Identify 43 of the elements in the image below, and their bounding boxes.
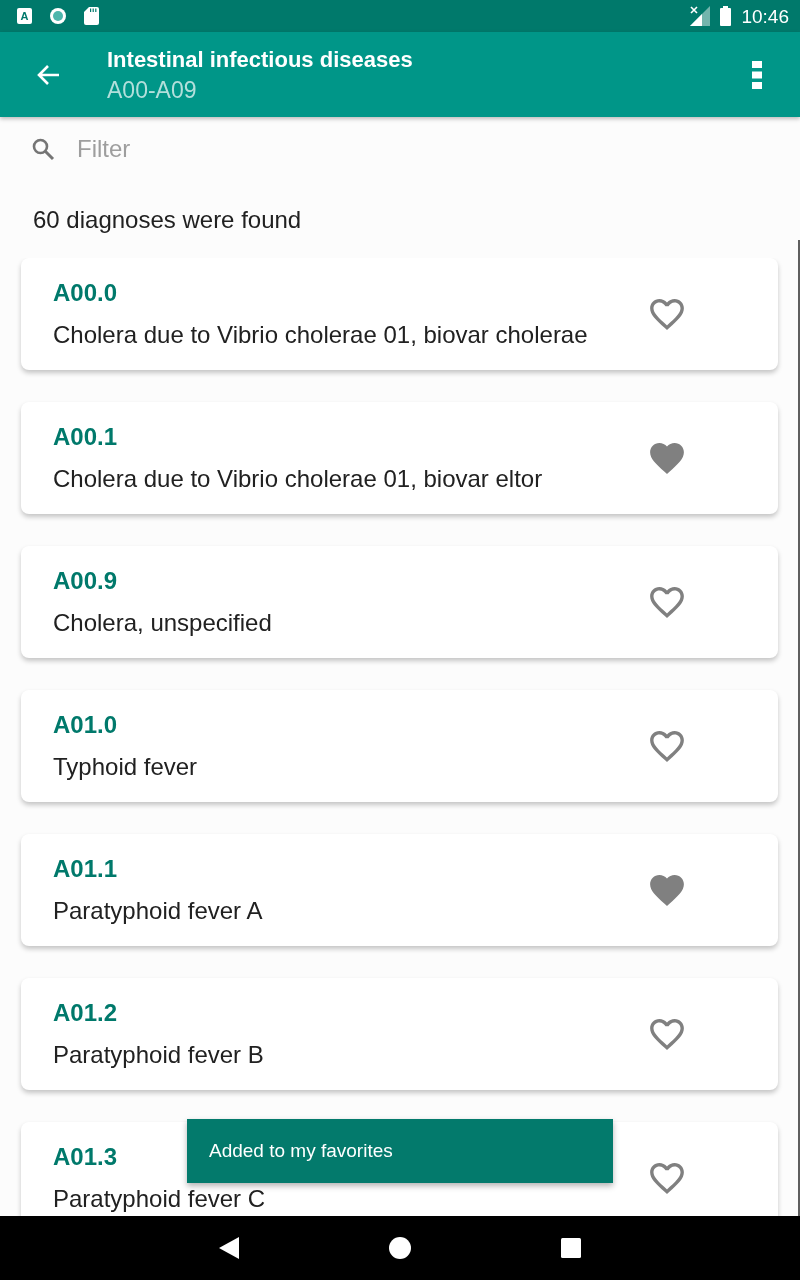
diagnosis-code: A01.2 [53, 999, 118, 1027]
diagnosis-card[interactable]: A00.9 Cholera, unspecified [21, 546, 778, 658]
diagnosis-name: Paratyphoid fever A [53, 897, 263, 925]
snackbar-message: Added to my favorites [209, 1139, 393, 1163]
notification-icon: A [17, 8, 32, 24]
battery-icon [720, 6, 732, 26]
back-icon[interactable] [219, 1237, 239, 1259]
diagnosis-name: Cholera, unspecified [53, 609, 272, 637]
heart-icon[interactable] [650, 442, 684, 474]
heart-icon[interactable] [650, 586, 684, 618]
diagnosis-name: Cholera due to Vibrio cholerae 01, biovar eltor [53, 465, 543, 493]
result-count: 60 diagnoses were found [33, 205, 302, 234]
heart-icon[interactable] [650, 1162, 684, 1194]
more-options-icon[interactable] [752, 60, 762, 89]
search-icon [31, 137, 55, 161]
diagnosis-code: A01.3 [53, 1143, 118, 1171]
heart-icon[interactable] [650, 298, 684, 330]
screen-subtitle: A00-A09 [107, 75, 197, 105]
diagnosis-card[interactable]: A01.2 Paratyphoid fever B [21, 978, 778, 1090]
diagnosis-code: A00.1 [53, 423, 118, 451]
diagnosis-card[interactable]: A00.1 Cholera due to Vibrio cholerae 01, biovar eltor [21, 402, 778, 514]
home-icon[interactable] [389, 1237, 411, 1259]
diagnosis-code: A01.0 [53, 711, 118, 739]
clock-time: 10:46 [741, 6, 789, 26]
heart-icon[interactable] [650, 730, 684, 762]
diagnosis-code: A00.0 [53, 279, 118, 307]
heart-icon[interactable] [650, 874, 684, 906]
sd-card-icon [84, 7, 99, 25]
diagnosis-name: Typhoid fever [53, 753, 198, 781]
filter-field[interactable]: Filter [77, 129, 737, 169]
heart-icon[interactable] [650, 1018, 684, 1050]
diagnosis-card[interactable]: A00.0 Cholera due to Vibrio cholerae 01, biovar cholerae [21, 258, 778, 370]
screen-title: Intestinal infectious diseases [107, 45, 413, 74]
diagnosis-card[interactable]: A01.0 Typhoid fever [21, 690, 778, 802]
back-arrow-icon[interactable] [37, 63, 60, 86]
diagnosis-name: Paratyphoid fever B [53, 1041, 264, 1069]
diagnosis-code: A00.9 [53, 567, 118, 595]
diagnosis-name: Cholera due to Vibrio cholerae 01, biovar cholerae [53, 321, 588, 349]
diagnosis-code: A01.1 [53, 855, 118, 883]
diagnosis-name: Paratyphoid fever C [53, 1185, 266, 1213]
signal-icon [690, 6, 711, 26]
ring-icon [49, 7, 67, 25]
diagnosis-card[interactable]: A01.1 Paratyphoid fever A [21, 834, 778, 946]
